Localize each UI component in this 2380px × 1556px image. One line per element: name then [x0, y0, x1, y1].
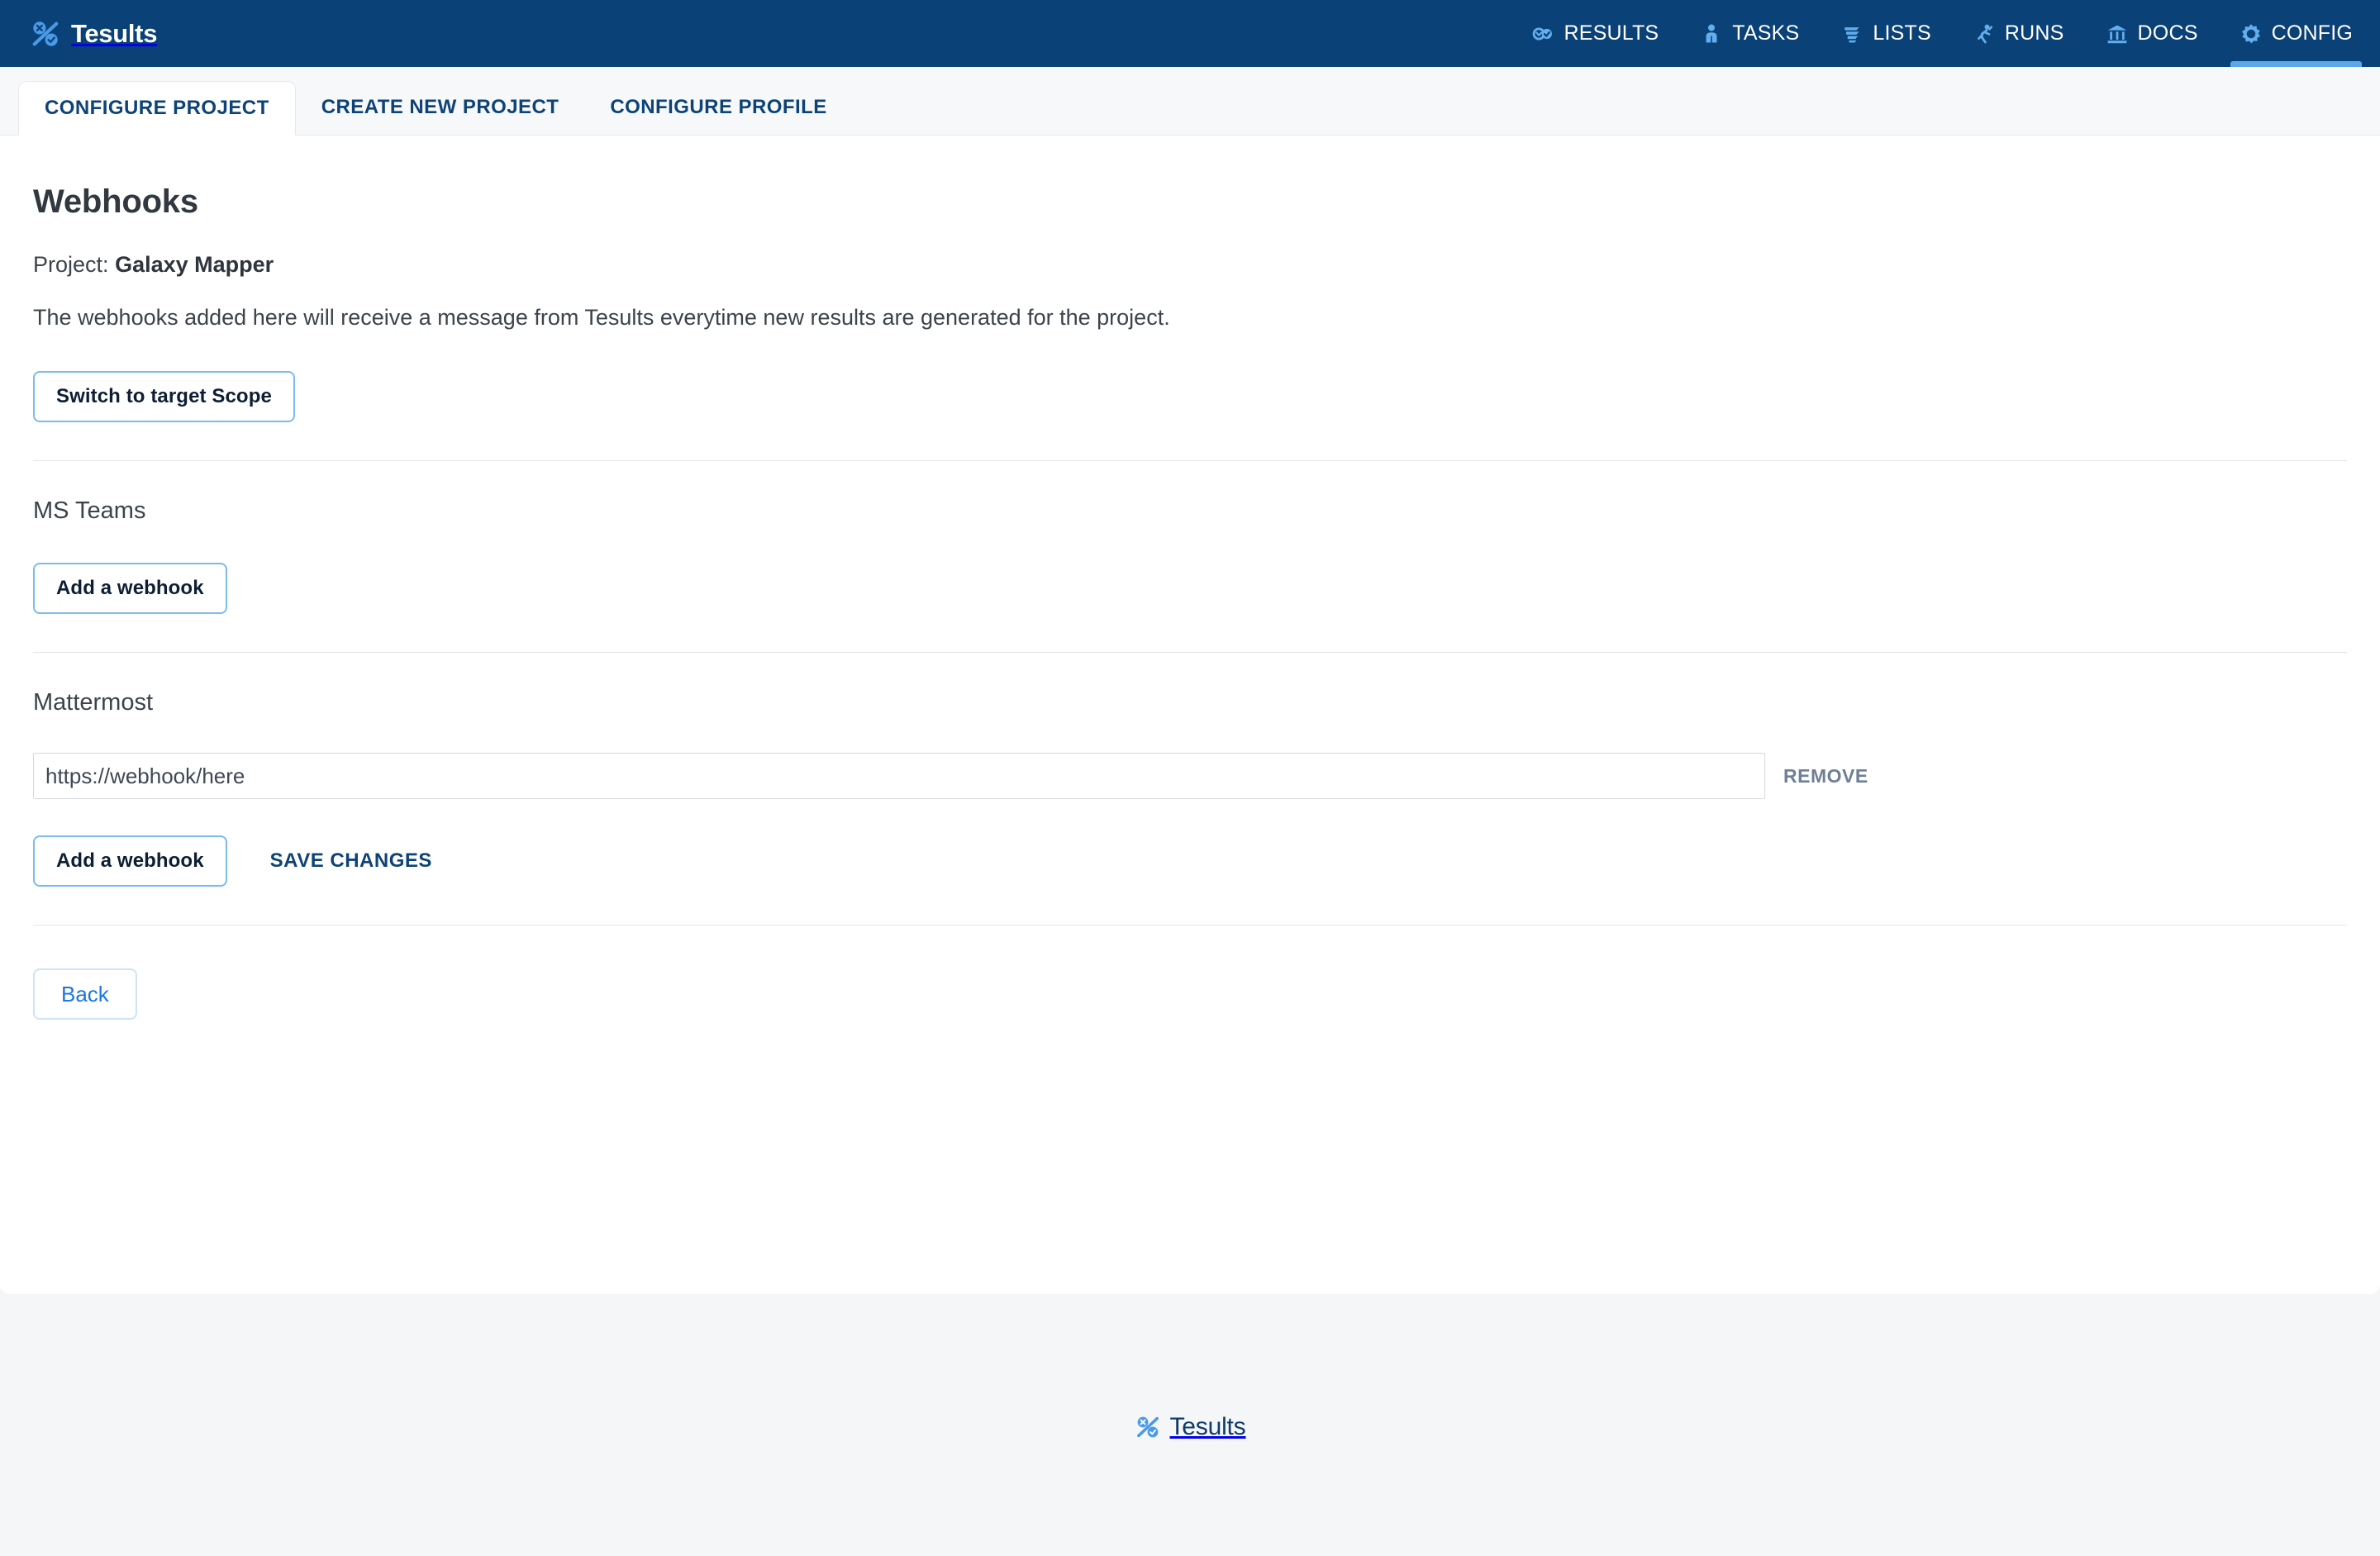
divider-after-ms-teams	[33, 652, 2347, 654]
section-title: MS Teams	[33, 497, 146, 524]
nav-item-config[interactable]: CONFIG	[2219, 0, 2373, 67]
switch-scope-row: Switch to target Scope	[33, 370, 2347, 422]
percent-x-check-icon	[30, 18, 61, 50]
top-navbar: Tesults RESULTS TASKS LISTS RUNS DOCS CO…	[0, 0, 2380, 67]
nav-item-label: LISTS	[1873, 21, 1931, 45]
nav-item-results[interactable]: RESULTS	[1511, 0, 1679, 67]
mattermost-actions-row: Add a webhook SAVE CHANGES	[33, 835, 2347, 887]
nav-item-tasks[interactable]: TASKS	[1679, 0, 1820, 67]
divider-before-back	[33, 925, 2347, 926]
webhook-url-input[interactable]	[33, 753, 1765, 800]
tab-configure-project[interactable]: CONFIGURE PROJECT	[18, 81, 296, 136]
nav-item-label: DOCS	[2137, 21, 2198, 45]
running-person-icon	[1973, 22, 1996, 45]
webhooks-description: The webhooks added here will receive a m…	[33, 305, 1170, 331]
nav-item-label: RUNS	[2004, 21, 2064, 45]
switch-to-target-scope-button[interactable]: Switch to target Scope	[33, 370, 295, 422]
results-infinity-check-icon	[1531, 22, 1554, 45]
divider-after-scope	[33, 459, 2347, 461]
brand-name: Tesults	[71, 19, 158, 48]
bank-building-icon	[2106, 22, 2129, 45]
lists-lines-icon	[1840, 22, 1864, 45]
nav-item-docs[interactable]: DOCS	[2085, 0, 2219, 67]
tab-create-new-project[interactable]: CREATE NEW PROJECT	[296, 80, 585, 135]
nav-item-label: RESULTS	[1564, 21, 1659, 45]
content-card: Webhooks Project: Galaxy Mapper The webh…	[0, 136, 2380, 1294]
page-title: Webhooks	[33, 183, 198, 220]
project-name: Galaxy Mapper	[115, 252, 274, 277]
nav-item-runs[interactable]: RUNS	[1952, 0, 2085, 67]
gear-icon	[2240, 22, 2263, 45]
add-webhook-button-mattermost[interactable]: Add a webhook	[33, 835, 227, 887]
config-tabstrip: CONFIGURE PROJECT CREATE NEW PROJECT CON…	[0, 67, 2380, 136]
page-footer: Tesults	[0, 1294, 2380, 1556]
tab-configure-profile[interactable]: CONFIGURE PROFILE	[584, 80, 852, 135]
primary-nav: RESULTS TASKS LISTS RUNS DOCS CONFIG	[1511, 0, 2380, 67]
save-changes-button[interactable]: SAVE CHANGES	[270, 849, 432, 873]
footer-brand-link[interactable]: Tesults	[1135, 1413, 1246, 1441]
nav-item-label: CONFIG	[2271, 21, 2353, 45]
add-webhook-button-ms-teams[interactable]: Add a webhook	[33, 563, 227, 615]
tab-label: CONFIGURE PROJECT	[45, 97, 269, 119]
tab-label: CREATE NEW PROJECT	[321, 96, 559, 118]
footer-brand-name: Tesults	[1169, 1413, 1246, 1440]
nav-item-lists[interactable]: LISTS	[1820, 0, 1951, 67]
remove-webhook-button[interactable]: REMOVE	[1783, 765, 1868, 788]
back-row: Back	[33, 968, 2347, 1078]
tab-label: CONFIGURE PROFILE	[610, 96, 827, 118]
section-title: Mattermost	[33, 689, 154, 716]
ms-teams-add-row: Add a webhook	[33, 563, 2347, 615]
project-label: Project:	[33, 252, 109, 277]
nav-item-label: TASKS	[1732, 21, 1800, 45]
person-tasks-icon	[1700, 22, 1723, 45]
webhook-row: REMOVE	[33, 753, 2347, 800]
project-line: Project: Galaxy Mapper	[33, 250, 2347, 279]
back-button[interactable]: Back	[33, 968, 137, 1021]
section-ms-teams: MS Teams Add a webhook	[33, 497, 2347, 615]
section-mattermost: Mattermost REMOVE Add a webhook SAVE CHA…	[33, 688, 2347, 887]
percent-x-check-icon	[1135, 1414, 1161, 1440]
brand-home-link[interactable]: Tesults	[30, 0, 157, 67]
